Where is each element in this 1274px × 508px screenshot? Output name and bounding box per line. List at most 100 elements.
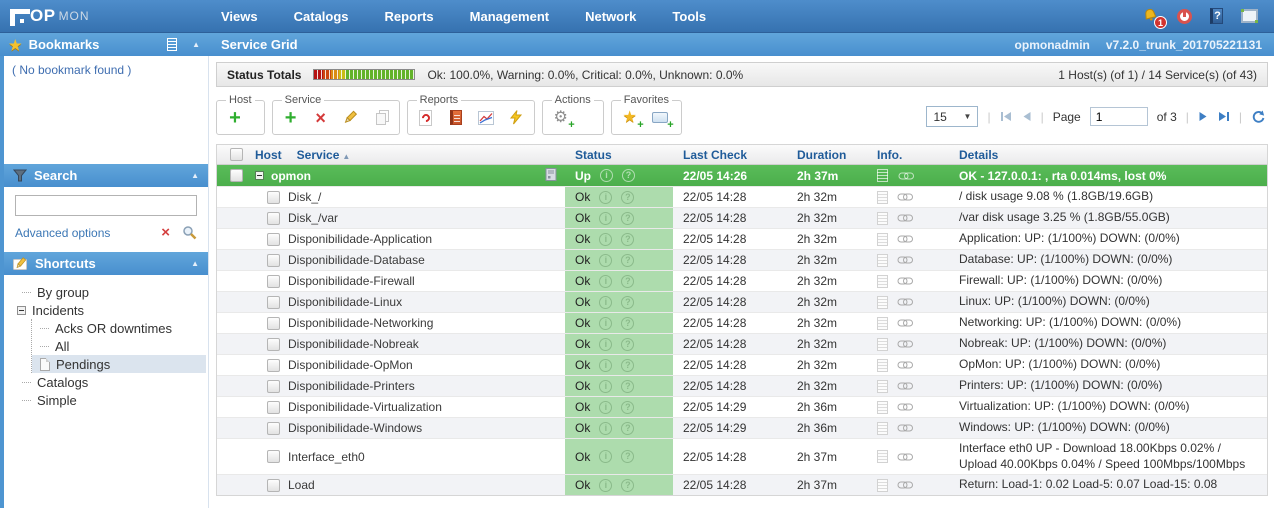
service-checkbox[interactable] — [267, 401, 280, 414]
notes-icon[interactable] — [877, 359, 888, 372]
pdf-report-button[interactable] — [417, 108, 435, 128]
next-page-button[interactable] — [1198, 111, 1208, 122]
service-name[interactable]: Disk_/ — [288, 190, 321, 204]
notebook-report-button[interactable] — [447, 108, 465, 128]
info-circle-icon[interactable]: i — [600, 169, 613, 182]
shortcuts-collapse-icon[interactable]: ▲ — [191, 259, 199, 268]
info-circle-icon[interactable]: i — [599, 191, 612, 204]
info-circle-icon[interactable]: i — [599, 359, 612, 372]
quick-report-lightning-button[interactable] — [507, 108, 525, 128]
service-checkbox[interactable] — [267, 296, 280, 309]
link-icon[interactable] — [897, 318, 913, 328]
column-last-check[interactable]: Last Check — [673, 148, 787, 162]
ack-circle-icon[interactable]: ? — [621, 338, 634, 351]
ack-circle-icon[interactable]: ? — [621, 450, 634, 463]
notes-icon[interactable] — [877, 254, 888, 267]
fullscreen-icon[interactable] — [1241, 9, 1258, 23]
bookmarks-collapse-icon[interactable]: ▲ — [192, 40, 200, 49]
first-page-button[interactable] — [1000, 111, 1013, 122]
service-name[interactable]: Disponibilidade-OpMon — [288, 358, 413, 372]
notes-icon[interactable] — [877, 380, 888, 393]
info-circle-icon[interactable]: i — [599, 212, 612, 225]
service-name[interactable]: Disponibilidade-Firewall — [288, 274, 415, 288]
service-checkbox[interactable] — [267, 212, 280, 225]
add-favorite-star-button[interactable]: ★+ — [621, 108, 639, 128]
link-icon[interactable] — [897, 255, 913, 265]
service-name[interactable]: Disk_/var — [288, 211, 338, 225]
service-checkbox[interactable] — [267, 380, 280, 393]
ack-circle-icon[interactable]: ? — [621, 422, 634, 435]
info-circle-icon[interactable]: i — [599, 317, 612, 330]
service-checkbox[interactable] — [267, 317, 280, 330]
notes-icon[interactable] — [877, 450, 888, 463]
link-icon[interactable] — [897, 213, 913, 223]
notes-icon[interactable] — [877, 212, 888, 225]
info-circle-icon[interactable]: i — [599, 380, 612, 393]
ack-circle-icon[interactable]: ? — [621, 380, 634, 393]
copy-service-button[interactable] — [372, 108, 390, 128]
help-icon[interactable]: ? — [1210, 8, 1223, 24]
link-icon[interactable] — [897, 234, 913, 244]
add-host-button[interactable]: + — [226, 108, 244, 128]
search-input[interactable] — [15, 195, 197, 216]
ack-circle-icon[interactable]: ? — [621, 275, 634, 288]
menu-reports[interactable]: Reports — [385, 9, 434, 24]
service-row[interactable]: Disponibilidade-OpMon Ok i ? 22/05 14:28… — [217, 354, 1267, 375]
notes-icon[interactable] — [877, 275, 888, 288]
column-duration[interactable]: Duration — [787, 148, 867, 162]
service-row[interactable]: Disponibilidade-Networking Ok i ? 22/05 … — [217, 312, 1267, 333]
service-name[interactable]: Disponibilidade-Nobreak — [288, 337, 419, 351]
service-row[interactable]: Disponibilidade-Application Ok i ? 22/05… — [217, 228, 1267, 249]
info-circle-icon[interactable]: i — [599, 450, 612, 463]
shortcut-by-group[interactable]: By group — [6, 283, 206, 301]
service-checkbox[interactable] — [267, 191, 280, 204]
service-checkbox[interactable] — [267, 359, 280, 372]
ack-circle-icon[interactable]: ? — [621, 401, 634, 414]
collapse-minus-icon[interactable] — [17, 306, 26, 315]
link-icon[interactable] — [897, 192, 913, 202]
previous-page-button[interactable] — [1022, 111, 1032, 122]
shortcuts-panel-header[interactable]: Shortcuts ▲ — [4, 252, 208, 275]
info-circle-icon[interactable]: i — [599, 479, 612, 492]
notes-icon[interactable] — [877, 317, 888, 330]
service-checkbox[interactable] — [267, 479, 280, 492]
last-page-button[interactable] — [1217, 111, 1230, 122]
service-row[interactable]: Disponibilidade-Database Ok i ? 22/05 14… — [217, 249, 1267, 270]
service-checkbox[interactable] — [267, 422, 280, 435]
ack-circle-icon[interactable]: ? — [621, 254, 634, 267]
ack-circle-icon[interactable]: ? — [621, 317, 634, 330]
service-name[interactable]: Disponibilidade-Linux — [288, 295, 402, 309]
service-row[interactable]: Interface_eth0 Ok i ? 22/05 14:28 2h 37m… — [217, 438, 1267, 474]
menu-catalogs[interactable]: Catalogs — [294, 9, 349, 24]
column-details[interactable]: Details — [953, 148, 1267, 162]
service-row[interactable]: Disponibilidade-Linux Ok i ? 22/05 14:28… — [217, 291, 1267, 312]
menu-network[interactable]: Network — [585, 9, 636, 24]
alerts-bell-icon[interactable]: 1 — [1142, 8, 1159, 24]
ack-circle-icon[interactable]: ? — [621, 479, 634, 492]
service-row[interactable]: Disponibilidade-Nobreak Ok i ? 22/05 14:… — [217, 333, 1267, 354]
service-name[interactable]: Disponibilidade-Application — [288, 232, 432, 246]
notes-icon[interactable] — [877, 338, 888, 351]
ack-circle-icon[interactable]: ? — [621, 359, 634, 372]
notes-icon[interactable] — [877, 233, 888, 246]
service-name[interactable]: Disponibilidade-Database — [288, 253, 425, 267]
service-row[interactable]: Disk_/ Ok i ? 22/05 14:28 2h 32m / disk … — [217, 186, 1267, 207]
link-icon[interactable] — [897, 452, 913, 462]
service-name[interactable]: Disponibilidade-Printers — [288, 379, 415, 393]
link-icon[interactable] — [897, 423, 913, 433]
info-circle-icon[interactable]: i — [599, 296, 612, 309]
service-checkbox[interactable] — [267, 338, 280, 351]
clear-search-icon[interactable]: × — [161, 225, 170, 240]
stop-monitoring-icon[interactable] — [1177, 9, 1192, 24]
info-circle-icon[interactable]: i — [599, 338, 612, 351]
notes-icon[interactable] — [877, 169, 888, 182]
service-checkbox[interactable] — [267, 233, 280, 246]
host-collapse-icon[interactable] — [255, 171, 264, 180]
add-service-button[interactable]: + — [282, 108, 300, 128]
notes-icon[interactable] — [877, 422, 888, 435]
service-row[interactable]: Disk_/var Ok i ? 22/05 14:28 2h 32m /var… — [217, 207, 1267, 228]
link-icon[interactable] — [897, 360, 913, 370]
link-icon[interactable] — [898, 171, 914, 181]
column-host[interactable]: Host — [255, 148, 282, 162]
chart-report-button[interactable] — [477, 108, 495, 128]
